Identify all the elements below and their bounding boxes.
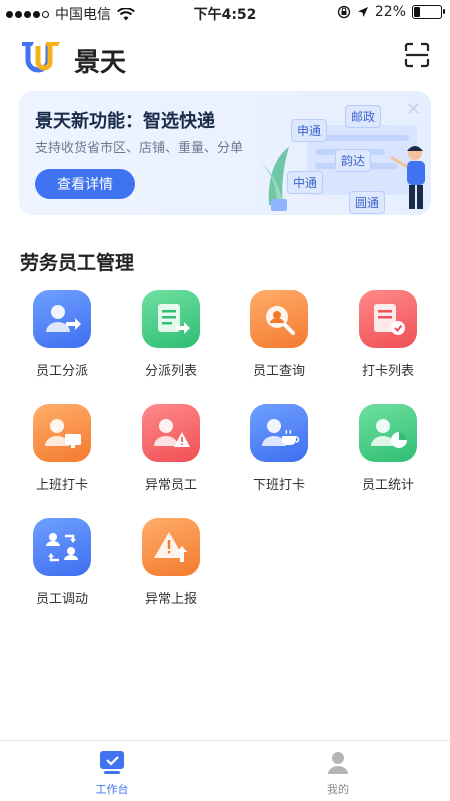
- courier-tag: 圆通: [349, 191, 386, 214]
- app-header: 景天: [0, 30, 450, 82]
- tab-workbench[interactable]: 工作台: [62, 749, 162, 797]
- clock-list-icon: [359, 290, 417, 348]
- clock-in-icon: [33, 404, 91, 462]
- user-search-icon: [250, 290, 308, 348]
- courier-tag: 邮政: [345, 105, 382, 128]
- app-logo: [22, 42, 60, 73]
- status-bar: 中国电信 下午4:52 22%: [0, 0, 450, 24]
- scan-icon[interactable]: [404, 42, 430, 68]
- grid-item-label: 打卡列表: [361, 364, 414, 379]
- courier-tag: 申通: [291, 119, 328, 142]
- courier-tag: 韵达: [335, 149, 372, 172]
- grid-item-stats[interactable]: 员工统计: [338, 404, 438, 493]
- workbench-icon: [100, 751, 124, 774]
- user-assign-icon: [33, 290, 91, 348]
- grid-item-label: 员工统计: [361, 478, 414, 493]
- clock-out-icon: [250, 404, 308, 462]
- grid-item-assign[interactable]: 员工分派: [12, 290, 112, 379]
- assign-list-icon: [142, 290, 200, 348]
- orientation-lock-icon: [337, 5, 351, 19]
- abnormal-user-icon: [142, 404, 200, 462]
- grid-item-label: 异常上报: [144, 592, 197, 607]
- grid-item-label: 员工调动: [35, 592, 88, 607]
- view-details-button[interactable]: 查看详情: [35, 169, 135, 199]
- user-stats-icon: [359, 404, 417, 462]
- banner-subtitle: 支持收货省市区、店铺、重量、分单: [35, 141, 244, 156]
- grid-item-clock-list[interactable]: 打卡列表: [338, 290, 438, 379]
- grid-item-clock-out[interactable]: 下班打卡: [229, 404, 329, 493]
- grid-item-search[interactable]: 员工查询: [229, 290, 329, 379]
- tab-mine[interactable]: 我的: [288, 749, 388, 797]
- tab-label: 我的: [327, 783, 349, 796]
- grid-item-abnormal-user[interactable]: 异常员工: [121, 404, 221, 493]
- courier-tag: 中通: [287, 171, 324, 194]
- grid-item-report[interactable]: 异常上报: [121, 518, 221, 607]
- profile-icon: [328, 752, 348, 774]
- grid-item-assign-list[interactable]: 分派列表: [121, 290, 221, 379]
- tab-label: 工作台: [95, 783, 129, 796]
- report-abnormal-icon: [142, 518, 200, 576]
- status-right: 22%: [337, 4, 445, 20]
- grid-item-label: 下班打卡: [252, 478, 305, 493]
- bottom-tab-bar: 工作台 我的: [0, 740, 450, 801]
- promo-banner[interactable]: 景天新功能：智选快递 支持收货省市区、店铺、重量、分单 查看详情 ✕ 申通 邮政…: [19, 91, 431, 215]
- app-title: 景天: [74, 48, 127, 78]
- grid-item-clock-in[interactable]: 上班打卡: [12, 404, 112, 493]
- section-title: 劳务员工管理: [20, 252, 135, 274]
- user-transfer-icon: [33, 518, 91, 576]
- banner-illustration: 申通 邮政 韵达 中通 圆通: [247, 95, 431, 215]
- grid-item-transfer[interactable]: 员工调动: [12, 518, 112, 607]
- grid-item-label: 分派列表: [144, 364, 197, 379]
- grid-item-label: 异常员工: [144, 478, 197, 493]
- grid-item-label: 员工分派: [35, 364, 88, 379]
- battery-percent: 22%: [374, 4, 406, 20]
- banner-title: 景天新功能：智选快递: [35, 111, 215, 132]
- grid-item-label: 员工查询: [252, 364, 305, 379]
- location-arrow-icon: [357, 7, 368, 17]
- battery-icon: [412, 5, 445, 19]
- grid-item-label: 上班打卡: [35, 478, 88, 493]
